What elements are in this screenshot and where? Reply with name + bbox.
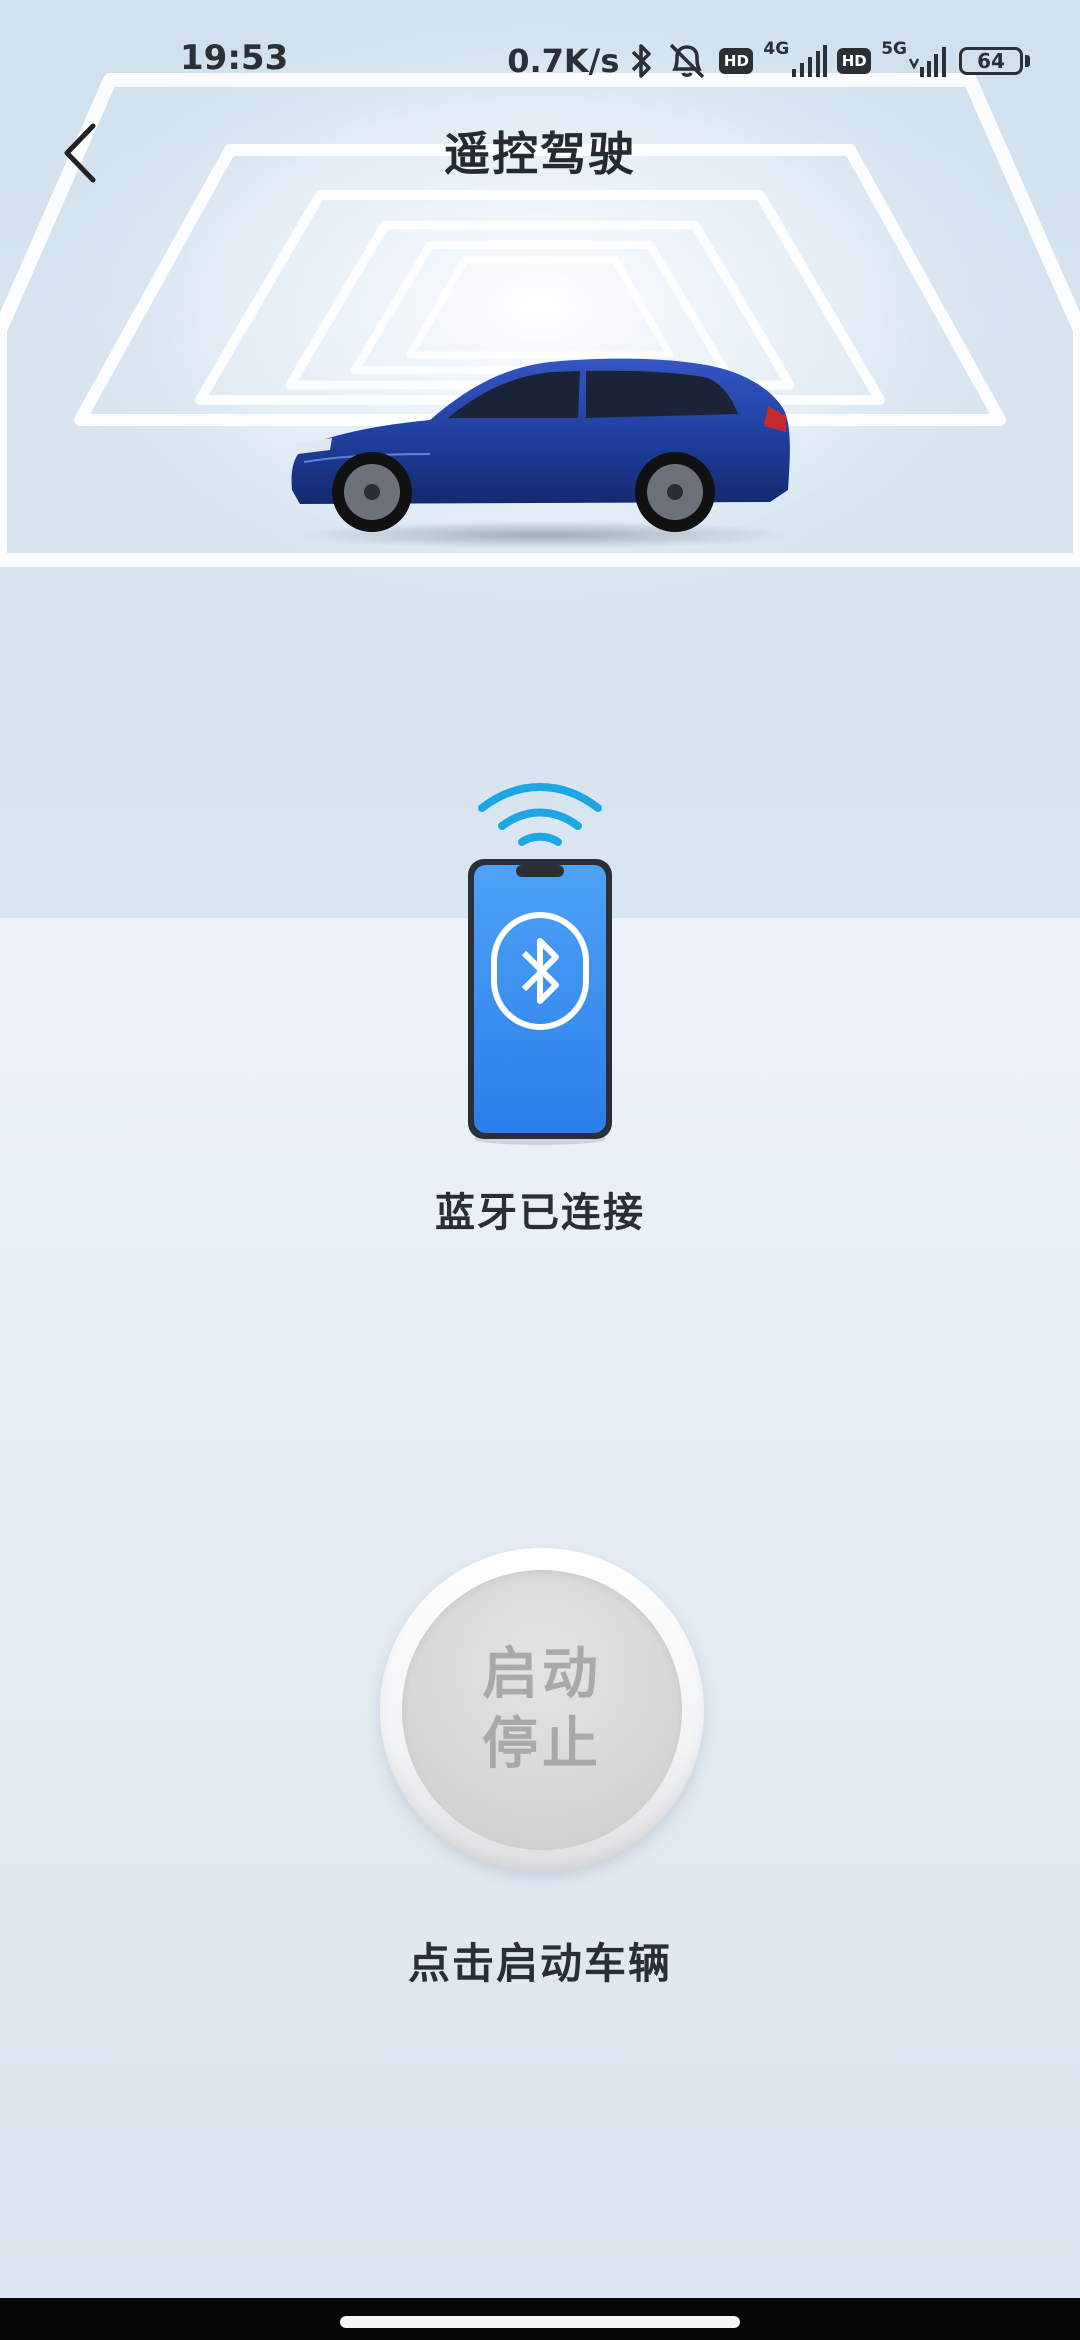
start-stop-button[interactable]: 启动 停止: [380, 1548, 704, 1872]
network-speed: 0.7K/s: [507, 42, 620, 80]
wireless-signal-icon: [478, 783, 602, 846]
network-type-4g: 4G: [763, 39, 790, 59]
start-label: 启动: [482, 1642, 602, 1707]
vehicle-image: [291, 358, 795, 549]
page-title: 遥控驾驶: [444, 127, 636, 181]
status-bar: 19:53 0.7K/s HD 4G HD 5G 64: [0, 0, 1080, 120]
network-type-5g: 5G: [881, 39, 907, 59]
remote-driving-page: 19:53 0.7K/s HD 4G HD 5G 64 遥控驾驶 蓝牙已连接 启…: [0, 0, 1080, 2340]
bluetooth-icon: [632, 44, 652, 78]
bluetooth-status: 蓝牙已连接: [435, 1190, 645, 1236]
hd-badge: HD: [837, 48, 872, 74]
battery-icon: 64: [959, 47, 1023, 75]
signal-icon: [909, 47, 946, 77]
battery-tip: [1025, 55, 1030, 67]
start-stop-button-face[interactable]: 启动 停止: [402, 1570, 682, 1850]
home-indicator[interactable]: [340, 2316, 740, 2328]
stop-label: 停止: [482, 1712, 602, 1777]
hd-badge: HD: [719, 48, 754, 74]
status-icons: 0.7K/s HD 4G HD 5G 64: [507, 36, 1030, 86]
signal-icon: [792, 45, 828, 77]
mute-icon: [670, 43, 705, 79]
start-hint-text: 点击启动车辆: [407, 1939, 672, 1988]
phone-bluetooth-icon: [468, 859, 612, 1145]
status-time: 19:53: [180, 38, 289, 78]
